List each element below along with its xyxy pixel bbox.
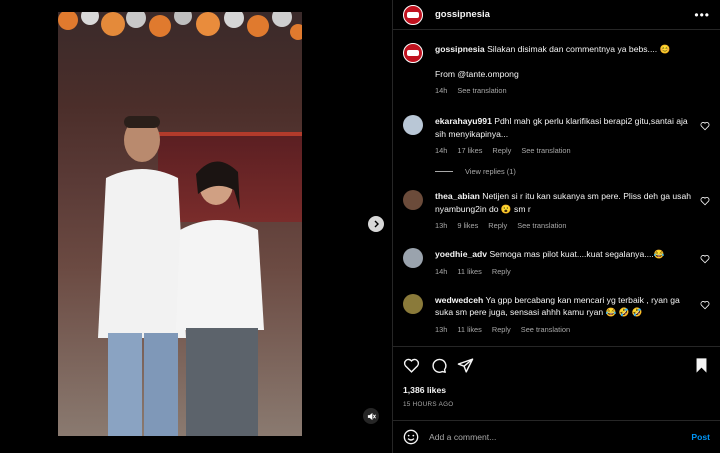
heart-icon[interactable] — [403, 357, 420, 374]
comment-item: wedwedceh Ya gpp bercabang kan mencari y… — [403, 293, 710, 334]
see-translation-link[interactable]: See translation — [521, 146, 570, 155]
mute-icon — [367, 412, 376, 420]
comment-time: 13h — [435, 324, 448, 334]
video-player[interactable] — [58, 12, 302, 436]
comment-item: thea_abian Netijen si r itu kan sukanya … — [403, 190, 710, 230]
heart-icon[interactable] — [700, 254, 710, 264]
caption-time: 14h — [435, 86, 448, 95]
chevron-right-icon — [374, 220, 379, 228]
next-button[interactable] — [368, 216, 384, 232]
comment-likes[interactable]: 17 likes — [457, 146, 482, 155]
avatar[interactable] — [403, 115, 423, 135]
media-pane — [0, 0, 392, 453]
caption-username[interactable]: gossipnesia — [435, 44, 485, 54]
more-icon[interactable]: ••• — [694, 9, 710, 21]
reply-button[interactable]: Reply — [492, 325, 511, 334]
post-panel: gossipnesia ••• gossipnesia Silakan disi… — [392, 0, 720, 453]
mute-button[interactable] — [363, 408, 379, 424]
comment-input[interactable] — [429, 432, 692, 442]
comment-username[interactable]: thea_abian — [435, 191, 480, 201]
comment-time: 14h — [435, 146, 448, 155]
comment-time: 14h — [435, 266, 448, 276]
heart-icon[interactable] — [700, 121, 710, 131]
comment-icon[interactable] — [430, 357, 447, 374]
see-translation-link[interactable]: See translation — [457, 86, 506, 95]
comments-list[interactable]: gossipnesia Silakan disimak dan commentn… — [393, 31, 720, 344]
comment-username[interactable]: yoedhie_adv — [435, 249, 487, 259]
post-button[interactable]: Post — [691, 432, 710, 442]
balloons-decor — [58, 12, 302, 40]
reply-button[interactable]: Reply — [492, 267, 511, 276]
bookmark-icon[interactable] — [693, 357, 710, 374]
see-translation-link[interactable]: See translation — [521, 325, 570, 334]
add-comment-bar: Post — [393, 420, 720, 453]
header-username[interactable]: gossipnesia — [435, 9, 490, 20]
avatar[interactable] — [403, 4, 423, 25]
comment-likes[interactable]: 9 likes — [457, 221, 478, 230]
caption-text: Silakan disimak dan commentnya ya bebs..… — [487, 44, 671, 54]
avatar[interactable] — [403, 293, 423, 314]
see-translation-link[interactable]: See translation — [517, 221, 566, 230]
comment-item: yoedhie_adv Semoga mas pilot kuat....kua… — [403, 248, 710, 276]
caption: gossipnesia Silakan disimak dan commentn… — [403, 43, 710, 95]
avatar[interactable] — [403, 190, 423, 210]
caption-source: From @tante.ompong — [435, 68, 519, 79]
post-header: gossipnesia ••• — [393, 0, 720, 30]
share-icon[interactable] — [457, 357, 474, 374]
comment-item: ekarahayu991 Pdhl mah gk perlu klarifika… — [403, 115, 710, 155]
comment-username[interactable]: wedwedceh — [435, 295, 483, 305]
action-bar: 1,386 likes 15 HOURS AGO — [393, 346, 720, 408]
comment-time: 13h — [435, 221, 448, 230]
view-replies-button[interactable]: View replies (1) — [435, 167, 710, 176]
comment-likes[interactable]: 11 likes — [457, 267, 482, 276]
heart-icon[interactable] — [700, 300, 710, 310]
likes-count[interactable]: 1,386 likes — [403, 385, 710, 395]
view-replies-label: View replies (1) — [465, 167, 516, 176]
reply-button[interactable]: Reply — [488, 221, 507, 230]
emoji-icon[interactable] — [403, 429, 419, 445]
reply-button[interactable]: Reply — [492, 146, 511, 155]
avatar[interactable] — [403, 43, 423, 63]
comment-username[interactable]: ekarahayu991 — [435, 116, 492, 126]
avatar[interactable] — [403, 248, 423, 268]
heart-icon[interactable] — [700, 196, 710, 206]
person-right — [176, 161, 264, 436]
post-date: 15 HOURS AGO — [403, 401, 454, 408]
comment-likes[interactable]: 11 likes — [457, 325, 482, 334]
comment-text: Semoga mas pilot kuat....kuat segalanya.… — [489, 249, 665, 259]
